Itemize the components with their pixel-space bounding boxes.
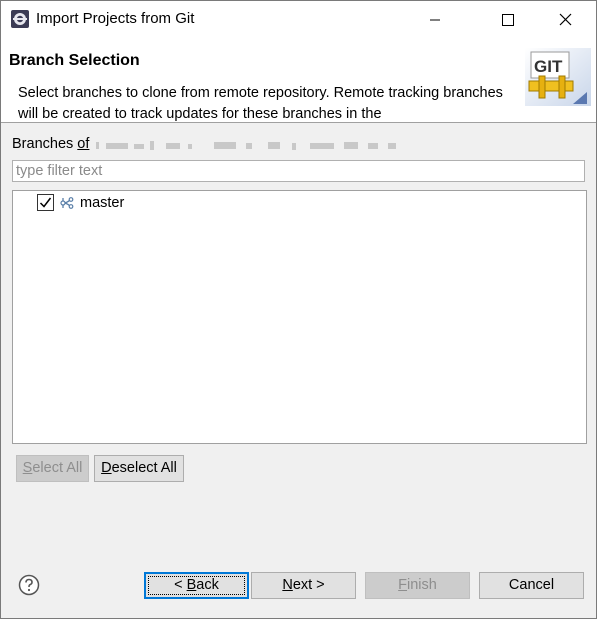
maximize-icon	[502, 14, 514, 26]
next-button[interactable]: Next >	[251, 572, 356, 599]
select-all-button[interactable]: Select All	[16, 455, 89, 482]
header-banner: Branch Selection Select branches to clon…	[1, 38, 596, 122]
select-all-label: elect All	[32, 460, 83, 476]
title-bar[interactable]: Import Projects from Git	[1, 1, 596, 38]
branches-label: Branches of	[12, 136, 89, 152]
deselect-all-label: eselect All	[111, 460, 177, 476]
close-icon	[559, 13, 572, 26]
branches-label-prefix: Branches	[12, 136, 78, 152]
back-button[interactable]: < Back	[144, 572, 249, 599]
next-mnemonic: N	[282, 577, 293, 593]
page-description: Select branches to clone from remote rep…	[18, 85, 503, 121]
finish-button[interactable]: Finish	[365, 572, 470, 599]
git-logo-icon: GIT	[525, 48, 591, 106]
eclipse-app-icon	[11, 10, 29, 28]
maximize-button[interactable]	[484, 1, 530, 38]
branch-filter-input[interactable]	[12, 160, 585, 182]
select-all-mnemonic: S	[22, 460, 33, 476]
question-mark-circle-icon[interactable]	[18, 574, 40, 596]
checkmark-icon	[39, 197, 52, 208]
deselect-all-button[interactable]: Deselect All	[94, 455, 184, 482]
focus-ring	[148, 576, 245, 595]
minimize-button[interactable]	[412, 1, 458, 38]
finish-mnemonic: F	[398, 577, 408, 593]
next-label: ext >	[292, 577, 325, 593]
git-logo-text: GIT	[534, 57, 563, 76]
close-button[interactable]	[542, 1, 588, 38]
branches-label-mnemonic: of	[77, 136, 90, 152]
master-branch-checkbox[interactable]	[37, 194, 54, 211]
banner-separator	[1, 122, 596, 123]
branch-icon	[60, 197, 74, 209]
branch-label: master	[80, 195, 125, 211]
branch-list[interactable]: master	[12, 190, 587, 444]
page-title: Branch Selection	[9, 52, 140, 69]
deselect-all-mnemonic: D	[101, 460, 112, 476]
minimize-icon	[430, 19, 440, 21]
import-git-dialog: Import Projects from Git Branch Selectio…	[0, 0, 597, 619]
cancel-button[interactable]: Cancel	[479, 572, 584, 599]
finish-label: inish	[407, 577, 437, 593]
redacted-repository-url	[96, 141, 396, 150]
window-title: Import Projects from Git	[36, 10, 195, 27]
